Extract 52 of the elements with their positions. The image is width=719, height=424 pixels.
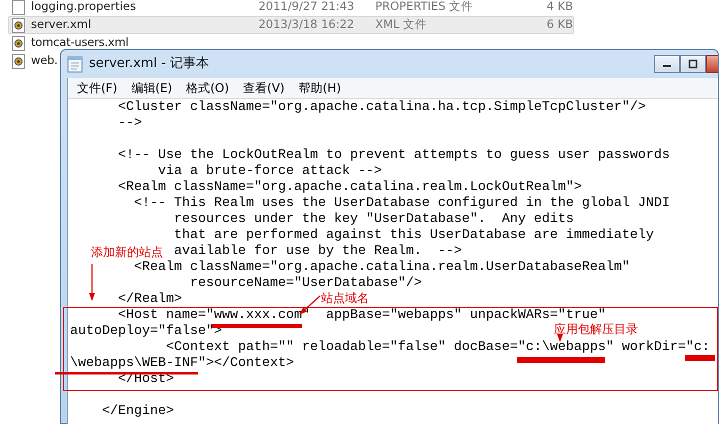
file-row[interactable]: web. (8, 52, 59, 70)
annotation-label: 应用包解压目录 (554, 323, 638, 336)
code-line: resourceName="UserDatabase"/> (190, 277, 422, 290)
maximize-button[interactable] (680, 55, 706, 73)
window-title: server.xml - 记事本 (89, 55, 210, 74)
file-row[interactable]: logging.properties 2011/9/27 21:43 PROPERTIES 文件 4 KB (8, 0, 574, 16)
file-icon (12, 36, 25, 50)
maximize-icon (688, 59, 698, 69)
menu-item[interactable]: 查看(V) (236, 78, 292, 98)
minimize-button[interactable] (654, 55, 680, 73)
code-line: via a brute-force attack --> (158, 165, 382, 178)
file-row[interactable]: server.xml 2013/3/18 16:22 XML 文件 6 KB (8, 16, 574, 34)
annotation-label: 添加新的站点 (91, 246, 163, 259)
file-row[interactable]: tomcat-users.xml (8, 34, 130, 52)
code-line: <Context path="" reloadable="false" docBase="c:\webapps" workDir="c: (166, 341, 710, 354)
close-button[interactable] (706, 55, 718, 73)
file-type: PROPERTIES 文件 (375, 0, 474, 16)
menu-item[interactable]: 格式(O) (179, 78, 236, 98)
code-line: available for use by the Realm. --> (174, 245, 462, 258)
file-icon (12, 54, 25, 68)
arrow (557, 334, 563, 342)
file-type: XML 文件 (375, 16, 428, 34)
annotation-label: 站点域名 (321, 292, 369, 305)
code-line: <Realm className="org.apache.catalina.realm.UserDatabaseRealm" (134, 261, 630, 274)
code-line: that are performed against this UserDatabase are immediately (174, 229, 654, 242)
code-line: <Realm className="org.apache.catalina.realm.LockOutRealm"> (118, 181, 582, 194)
menu-item[interactable]: 编辑(E) (124, 78, 180, 98)
file-icon (12, 18, 25, 32)
redaction-mark (685, 355, 715, 361)
file-name: web. (31, 52, 58, 70)
code-line: <!-- This Realm uses the UserDatabase configured in the global JNDI (134, 197, 670, 210)
file-date: 2013/3/18 16:22 (258, 16, 356, 34)
notepad-icon (67, 55, 83, 73)
file-size: 6 KB (546, 16, 573, 34)
code-line: <Cluster className="org.apache.catalina.ha.tcp.SimpleTcpCluster"/> (118, 101, 646, 114)
code-line: </Realm> (118, 293, 182, 306)
arrow (89, 264, 95, 301)
file-name: tomcat-users.xml (31, 34, 129, 52)
code-line: --> (118, 117, 142, 130)
code-line: <Host name="www.xxx.com" appBase="webapps" unpackWARs="true" (118, 309, 606, 322)
menu-item[interactable]: 帮助(H) (292, 78, 348, 98)
code-line: \webapps\WEB-INF"></Context> (70, 357, 294, 370)
file-size: 4 KB (546, 0, 573, 16)
code-line: </Engine> (102, 405, 174, 418)
file-name: logging.properties (31, 0, 137, 16)
code-line: <!-- Use the LockOutRealm to prevent attempts to guess user passwords (118, 149, 670, 162)
code-line: resources under the key "UserDatabase". Any edits (174, 213, 574, 226)
file-icon (12, 0, 25, 14)
file-name: server.xml (31, 16, 92, 34)
file-date: 2011/9/27 21:43 (258, 0, 356, 16)
code-line: autoDeploy="false"> (70, 325, 222, 338)
menu-item[interactable]: 文件(F) (70, 78, 124, 98)
